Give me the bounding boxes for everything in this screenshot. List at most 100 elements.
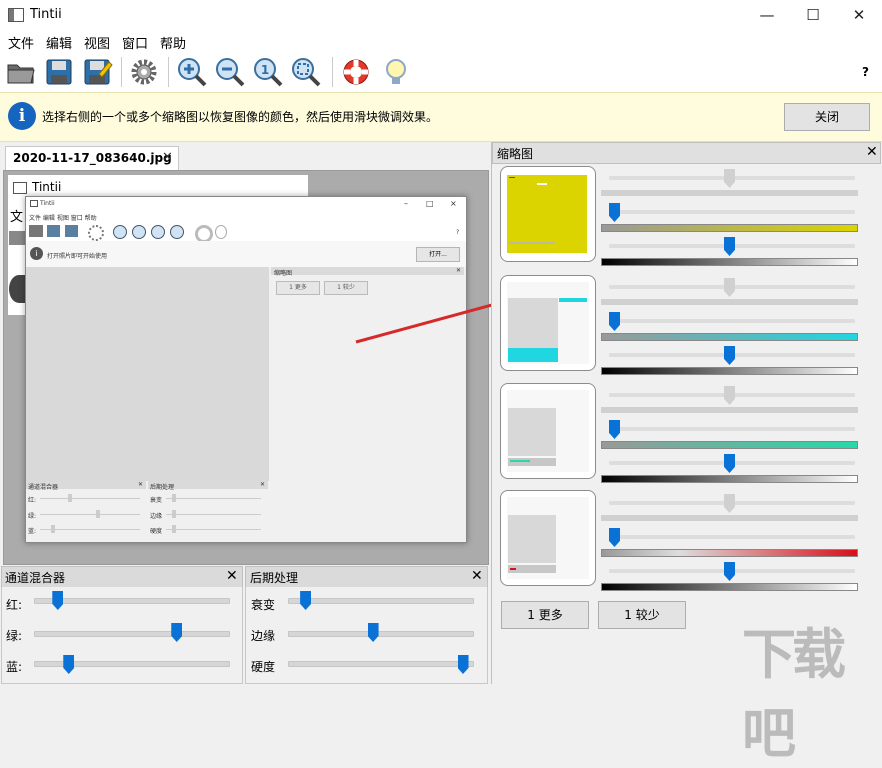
mini-open-icon bbox=[29, 225, 43, 237]
hardness-label: 硬度 bbox=[251, 660, 276, 674]
lightness-gradient bbox=[601, 367, 858, 375]
mini-info-text: 打开照片即可开始使用 bbox=[47, 253, 108, 260]
mini-window: Tintii – □ × 文件 编辑 视图 窗口 帮助 ? i 打开照片即可开始… bbox=[25, 196, 467, 543]
saturation-slider-track[interactable] bbox=[609, 210, 855, 214]
mini-mixer-label: 蓝: bbox=[28, 528, 37, 535]
mini-maximize-icon: □ bbox=[426, 199, 434, 208]
menu-file[interactable]: 文件 bbox=[8, 33, 34, 52]
saturation-gradient bbox=[601, 549, 858, 557]
decay-slider-track[interactable] bbox=[288, 598, 474, 604]
red-label: 红: bbox=[6, 598, 23, 612]
mini-zoom-in-icon bbox=[113, 225, 127, 239]
thumbnail-card[interactable] bbox=[500, 166, 596, 262]
whats-this-help[interactable]: ? bbox=[862, 65, 869, 79]
tab-close-icon[interactable]: ✕ bbox=[162, 150, 173, 165]
fewer-button[interactable]: 1 较少 bbox=[598, 601, 686, 629]
thumbnail-card[interactable] bbox=[500, 490, 596, 586]
open-folder-icon[interactable] bbox=[5, 56, 37, 88]
save-as-icon[interactable] bbox=[81, 56, 113, 88]
behind-app-icon bbox=[13, 182, 27, 194]
red-slider-track[interactable] bbox=[34, 598, 230, 604]
minimize-button[interactable]: — bbox=[744, 0, 790, 30]
mini-titlebar bbox=[26, 197, 466, 211]
thumbnails-header bbox=[492, 142, 881, 164]
blue-label: 蓝: bbox=[6, 660, 23, 674]
thumbnail-detail bbox=[559, 298, 587, 302]
green-slider-track[interactable] bbox=[34, 631, 230, 637]
mini-slider-track bbox=[166, 498, 261, 499]
mini-mixer-label: 红: bbox=[28, 497, 37, 504]
mini-help: ? bbox=[456, 229, 460, 236]
menu-edit[interactable]: 编辑 bbox=[46, 33, 72, 52]
mini-slider-track bbox=[40, 514, 140, 515]
mini-slider-thumb bbox=[68, 494, 72, 502]
saturation-slider-track[interactable] bbox=[609, 535, 855, 539]
window-title: Tintii bbox=[30, 7, 62, 22]
thumbnail-detail bbox=[537, 183, 547, 185]
mixer-panel-close-icon[interactable]: ✕ bbox=[226, 568, 238, 584]
mini-post-title: 后期处理 bbox=[150, 484, 175, 491]
watermark-logo: 下载吧 bbox=[742, 623, 846, 765]
mini-slider-track bbox=[40, 529, 140, 530]
decay-label: 衰变 bbox=[251, 598, 276, 612]
maximize-button[interactable]: ☐ bbox=[790, 0, 836, 30]
thumbnail-detail bbox=[510, 568, 516, 570]
saturation-slider-track[interactable] bbox=[609, 427, 855, 431]
lightness-gradient bbox=[601, 583, 858, 591]
menu-window[interactable]: 窗口 bbox=[122, 33, 148, 52]
mini-slider-thumb bbox=[172, 494, 176, 502]
mini-more-button: 1 更多 bbox=[276, 281, 320, 295]
mini-thumbs-body bbox=[271, 481, 464, 541]
mini-minimize-icon: – bbox=[404, 199, 408, 208]
mini-zoom-1-icon bbox=[151, 225, 165, 239]
post-panel-close-icon[interactable]: ✕ bbox=[471, 568, 483, 584]
toolbar-separator bbox=[332, 57, 333, 87]
mini-gear-icon bbox=[88, 225, 104, 241]
save-icon[interactable] bbox=[43, 56, 75, 88]
mini-zoom-out-icon bbox=[132, 225, 146, 239]
mini-save-icon bbox=[47, 225, 60, 237]
help-lifebuoy-icon[interactable] bbox=[340, 56, 372, 88]
thumbnails-title: 缩略图 bbox=[497, 147, 534, 161]
close-info-button[interactable]: 关闭 bbox=[784, 103, 870, 131]
mini-mixer-close: ✕ bbox=[138, 481, 144, 488]
settings-gear-icon[interactable] bbox=[128, 56, 160, 88]
behind-title: Tintii bbox=[32, 180, 62, 194]
toolbar-separator bbox=[121, 57, 122, 87]
thumbnail-detail bbox=[510, 460, 530, 462]
mini-zoom-fit-icon bbox=[170, 225, 184, 239]
hardness-slider-track[interactable] bbox=[288, 661, 474, 667]
mini-slider-track bbox=[40, 498, 140, 499]
close-window-button[interactable]: ✕ bbox=[836, 0, 882, 30]
menu-view[interactable]: 视图 bbox=[84, 33, 110, 52]
mini-slider-thumb bbox=[172, 525, 176, 533]
mixer-panel-title: 通道混合器 bbox=[5, 571, 66, 585]
lightbulb-tip-icon[interactable] bbox=[380, 56, 412, 88]
thumbnail-detail bbox=[508, 408, 556, 456]
mini-open-button: 打开... bbox=[416, 247, 460, 262]
saturation-gradient bbox=[601, 224, 858, 232]
info-message: 选择右侧的一个或多个缩略图以恢复图像的颜色，然后使用滑块微调效果。 bbox=[42, 110, 439, 124]
mini-info-icon: i bbox=[30, 247, 43, 260]
thumbnail-card[interactable] bbox=[500, 383, 596, 479]
post-panel-title: 后期处理 bbox=[250, 571, 299, 585]
svg-text:1: 1 bbox=[261, 63, 269, 77]
zoom-out-icon[interactable] bbox=[214, 56, 246, 88]
more-button[interactable]: 1 更多 bbox=[501, 601, 589, 629]
thumbnails-close-icon[interactable]: ✕ bbox=[866, 144, 878, 160]
zoom-in-icon[interactable] bbox=[176, 56, 208, 88]
thumbnail-card[interactable] bbox=[500, 275, 596, 371]
menu-help[interactable]: 帮助 bbox=[160, 33, 186, 52]
thumbnail-detail bbox=[508, 348, 558, 362]
mini-slider-thumb bbox=[96, 510, 100, 518]
mini-slider-track bbox=[166, 529, 261, 530]
zoom-actual-size-icon[interactable]: 1 bbox=[252, 56, 284, 88]
mini-mixer-title: 通道混合器 bbox=[28, 484, 59, 491]
thumbnail-detail bbox=[508, 515, 556, 563]
thumbnail-detail bbox=[509, 242, 555, 244]
edge-slider-track[interactable] bbox=[288, 631, 474, 637]
saturation-slider-track[interactable] bbox=[609, 319, 855, 323]
saturation-gradient bbox=[601, 333, 858, 341]
zoom-fit-icon[interactable] bbox=[290, 56, 322, 88]
hue-bar bbox=[601, 190, 858, 196]
